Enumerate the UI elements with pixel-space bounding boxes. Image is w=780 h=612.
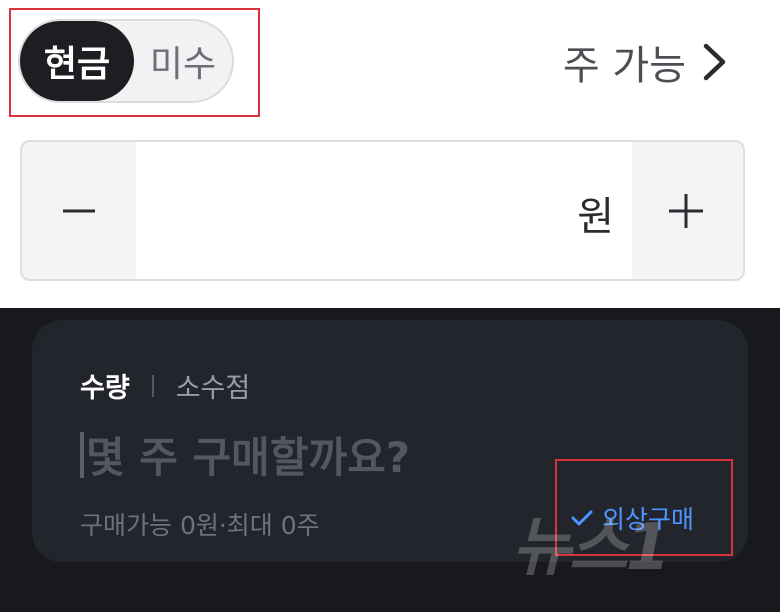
purchase-limit-text: 구매가능 0원·최대 0주 (80, 511, 320, 540)
amount-input[interactable]: 원 (136, 142, 632, 279)
quantity-input[interactable]: 몇 주 구매할까요? (80, 424, 410, 485)
tab-divider (151, 374, 154, 397)
tab-quantity[interactable]: 수량 (80, 366, 130, 405)
increment-button[interactable] (629, 142, 743, 279)
quantity-placeholder: 몇 주 구매할까요? (86, 433, 411, 482)
news1-watermark: 뉴스1 (512, 496, 670, 588)
plus-icon (669, 193, 703, 228)
available-shares-link[interactable]: 주 가능 (563, 32, 728, 92)
amount-stepper: 원 (20, 140, 745, 281)
decrement-button[interactable] (22, 142, 136, 279)
quantity-tabs: 수량 소수점 (80, 366, 250, 405)
order-panel: 현금 미수 주 가능 원 (0, 0, 780, 308)
chevron-right-icon (703, 43, 726, 81)
highlight-box-toggle (9, 8, 260, 117)
minus-icon (63, 209, 95, 212)
amount-unit: 원 (577, 194, 614, 240)
tab-fractional[interactable]: 소수점 (176, 366, 251, 405)
available-shares-label: 주 가능 (562, 43, 686, 89)
text-cursor (80, 431, 84, 478)
watermark-text: 뉴스1 (512, 511, 670, 585)
